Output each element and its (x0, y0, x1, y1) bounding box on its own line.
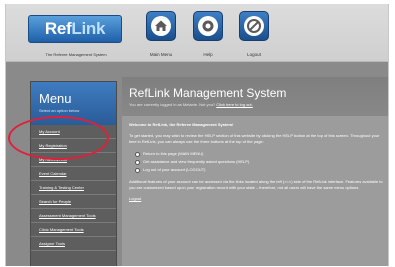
welcome-heading: Welcome to RefLink, the Referee Manageme… (129, 122, 234, 127)
highlight-annotation-circle (8, 116, 109, 160)
logged-in-status: You are currently logged in as Melanie. … (129, 102, 388, 107)
additional-features-text: Additional features of your account can … (129, 179, 383, 190)
sidebar-item-search-people[interactable]: Search for People (31, 195, 116, 209)
app-window: RefLink The Referee Management System Ma… (5, 4, 389, 266)
logged-mid: . Not you? (196, 102, 216, 107)
bullet-icon (135, 159, 140, 165)
logo-text-link: Link (71, 19, 106, 38)
sidebar-item-event-calendar[interactable]: Event Calendar (31, 167, 116, 181)
help-icon (198, 16, 218, 36)
bullet-icon (135, 167, 140, 173)
logout-button[interactable] (239, 11, 269, 41)
reflink-logo[interactable]: RefLink (28, 15, 122, 43)
content-header: RefLink Management System You are curren… (122, 77, 388, 116)
option-text: Log out of your account (LOGOUT) (143, 167, 206, 172)
list-item: Get assistance and view frequently asked… (135, 158, 386, 166)
main-menu-label[interactable]: Main Menu (139, 52, 183, 57)
logout-link[interactable]: Logout (129, 196, 141, 201)
list-item: Return to this page (MAIN MENU) (135, 150, 386, 158)
main-content: RefLink Management System You are curren… (122, 77, 388, 266)
sidebar-item-assessment-tools[interactable]: Assessment Management Tools (31, 209, 116, 223)
home-icon (151, 16, 171, 36)
sidebar-item-training-testing[interactable]: Training & Testing Center (31, 181, 116, 195)
logout-label[interactable]: Logout (232, 52, 276, 57)
bullet-icon (135, 151, 140, 157)
options-list: Return to this page (MAIN MENU) Get assi… (129, 150, 386, 174)
header: RefLink The Referee Management System Ma… (6, 4, 388, 62)
content-body: Welcome to RefLink, the Referee Manageme… (122, 116, 388, 202)
sidebar-item-clinic-tools[interactable]: Clinic Management Tools (31, 223, 116, 237)
main-menu-button[interactable] (146, 11, 176, 41)
menu-subtitle: Select an option below (39, 108, 80, 113)
option-text: Return to this page (MAIN MENU) (143, 151, 204, 156)
logged-user: Melanie (182, 102, 197, 107)
logo-text-ref: Ref (44, 19, 72, 38)
tagline: The Referee Management System (45, 52, 107, 57)
logout-inline-link[interactable]: Click here to log out. (216, 102, 252, 107)
help-button[interactable] (193, 11, 223, 41)
help-label[interactable]: Help (186, 52, 230, 57)
option-text: Get assistance and view frequently asked… (143, 159, 250, 164)
sidebar-item-assignor-tools[interactable]: Assignor Tools (31, 237, 116, 251)
logged-prefix: You are currently logged in as (129, 102, 182, 107)
logout-icon (244, 16, 264, 36)
list-item: Log out of your account (LOGOUT) (135, 166, 386, 174)
menu-title: Menu (39, 91, 72, 106)
intro-text: To get started, you may wish to review t… (129, 133, 380, 144)
sidebar-menu: Menu Select an option below My Account M… (30, 81, 117, 266)
page-title: RefLink Management System (129, 86, 287, 100)
